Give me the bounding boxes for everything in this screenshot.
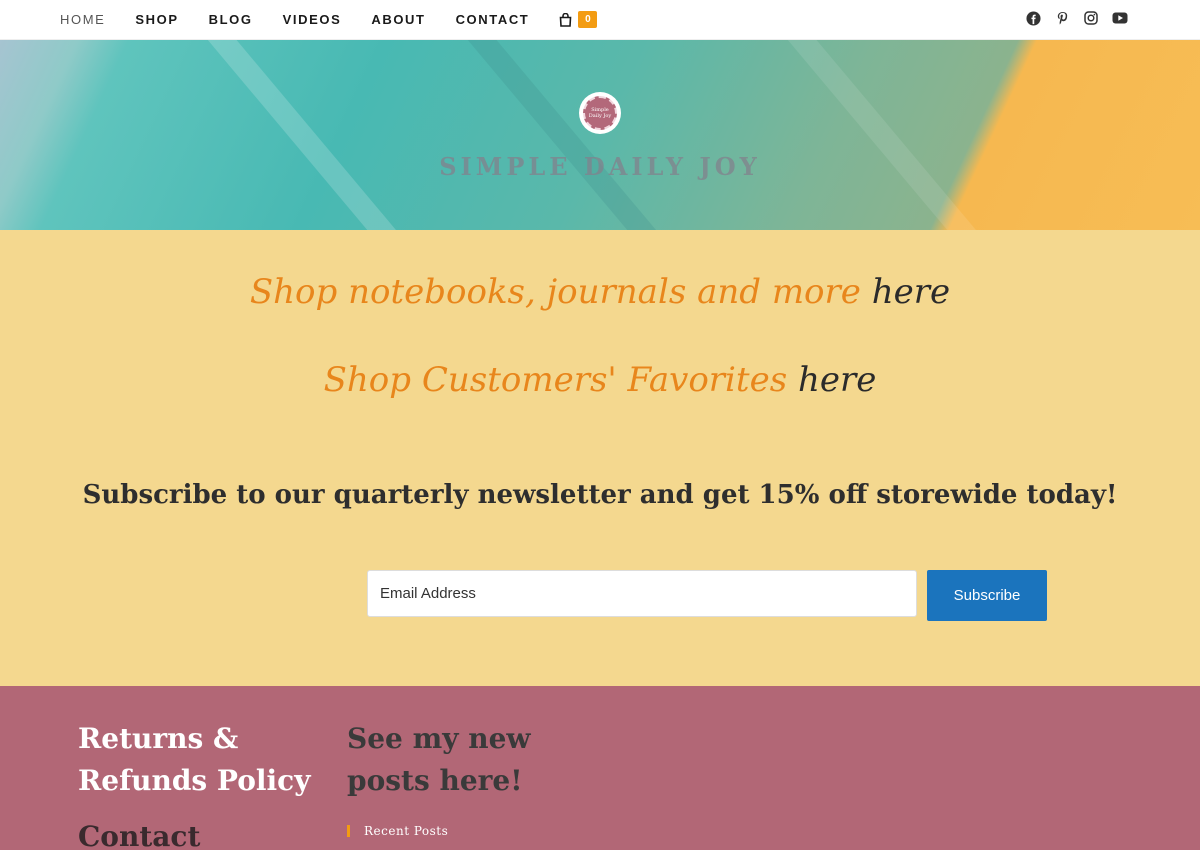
returns-line-1: Returns & [78, 722, 239, 755]
subscribe-heading: Subscribe to our quarterly newsletter an… [82, 480, 1118, 510]
shop-notebooks-line: Shop notebooks, journals and more here [0, 272, 1200, 312]
shop-favorites-line: Shop Customers' Favorites here [0, 360, 1200, 400]
nav-about[interactable]: ABOUT [371, 12, 425, 27]
contact-link[interactable]: Contact [78, 816, 318, 850]
site-title[interactable]: SIMPLE DAILY JOY [0, 152, 1200, 181]
nav-shop[interactable]: SHOP [135, 12, 178, 27]
new-posts-line-1: See my new [347, 722, 531, 755]
pinterest-icon[interactable] [1054, 10, 1070, 26]
shopping-bag-icon [560, 12, 572, 27]
nav-blog[interactable]: BLOG [209, 12, 253, 27]
recent-posts-widget: Recent Posts [347, 824, 567, 838]
recent-posts-title: Recent Posts [364, 824, 449, 838]
cart-button[interactable]: 0 [559, 11, 598, 28]
shop-favorites-link[interactable]: here [798, 360, 876, 400]
cart-count-badge: 0 [578, 11, 598, 28]
nav-videos[interactable]: VIDEOS [283, 12, 342, 27]
nav-contact[interactable]: CONTACT [456, 12, 530, 27]
instagram-icon[interactable] [1083, 10, 1099, 26]
returns-policy-link[interactable]: Returns & Refunds Policy [78, 718, 318, 802]
promo-section: Shop notebooks, journals and more here S… [0, 230, 1200, 686]
footer-posts-column: See my new posts here! Recent Posts [347, 718, 567, 838]
nav-links: HOME SHOP BLOG VIDEOS ABOUT CONTACT 0 [60, 11, 598, 28]
new-posts-line-2: posts here! [347, 764, 523, 797]
shop-notebooks-link[interactable]: here [872, 272, 950, 312]
email-field[interactable] [367, 570, 917, 617]
top-nav: HOME SHOP BLOG VIDEOS ABOUT CONTACT 0 [0, 0, 1200, 40]
hero-decor-stripe [620, 40, 1087, 230]
footer-links-column: Returns & Refunds Policy Contact [78, 718, 318, 850]
returns-line-2: Refunds Policy [78, 764, 311, 797]
shop-favorites-text: Shop Customers' Favorites [323, 360, 788, 400]
subscribe-button[interactable]: Subscribe [927, 570, 1047, 621]
recent-posts-marker [347, 825, 350, 837]
facebook-icon[interactable] [1025, 10, 1041, 26]
hero-banner: Simple Daily Joy SIMPLE DAILY JOY [0, 40, 1200, 230]
footer: Returns & Refunds Policy Contact See my … [0, 686, 1200, 850]
new-posts-heading: See my new posts here! [347, 718, 567, 802]
youtube-icon[interactable] [1112, 10, 1128, 26]
social-links [1025, 10, 1128, 26]
shop-notebooks-text: Shop notebooks, journals and more [249, 272, 861, 312]
nav-home[interactable]: HOME [60, 12, 105, 27]
hero-decor-stripe [40, 40, 507, 230]
logo-text: Simple Daily Joy [583, 96, 617, 130]
site-logo[interactable]: Simple Daily Joy [579, 92, 621, 134]
